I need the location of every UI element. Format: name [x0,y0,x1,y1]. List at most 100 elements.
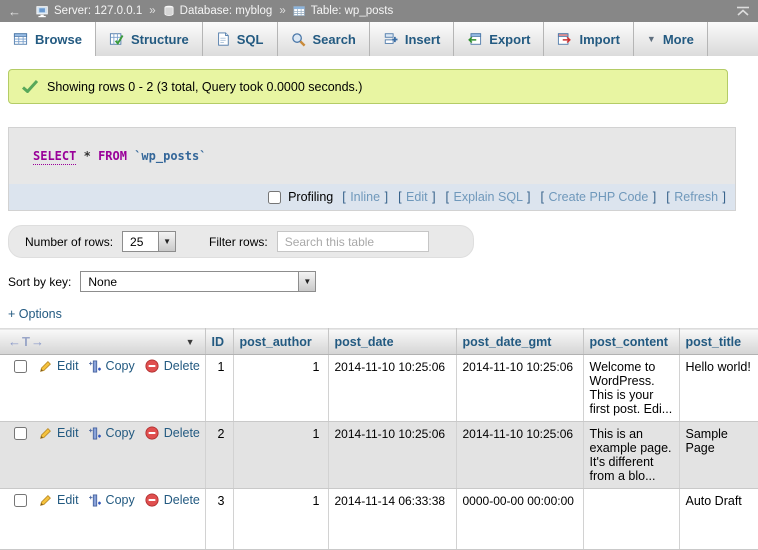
query-links-bar: Profiling [ Inline ] [ Edit ] [ Explain … [9,184,735,210]
bracket: [ [541,190,544,204]
delete-link[interactable]: Delete [164,426,200,440]
copy-icon[interactable] [89,360,101,373]
table-row: Edit Copy Delete 3 1 2014-11-14 06:33:38… [0,489,758,550]
cell-post-content: This is an example page. It's different … [583,422,679,489]
delete-icon[interactable] [145,493,159,507]
row-checkbox[interactable] [14,427,27,440]
row-checkbox[interactable] [14,494,27,507]
select-caret-icon[interactable]: ▼ [298,272,315,291]
rows-filter-panel: Number of rows: 25 ▼ Filter rows: [8,225,474,258]
copy-link[interactable]: Copy [106,426,135,440]
profiling-checkbox[interactable] [268,191,281,204]
table-row: Edit Copy Delete 2 1 2014-11-10 10:25:06… [0,422,758,489]
column-header-post-date-gmt[interactable]: post_date_gmt [456,329,583,355]
explain-sql-link[interactable]: Explain SQL [454,190,523,204]
database-icon [163,5,175,17]
back-arrow-icon[interactable]: ← [8,4,21,19]
tab-sql[interactable]: SQL [203,22,278,56]
table-icon [293,5,306,18]
select-caret-icon[interactable]: ▼ [158,232,175,251]
tab-more[interactable]: ▼ More [634,22,708,56]
edit-pencil-icon[interactable] [39,427,52,440]
create-php-code-link[interactable]: Create PHP Code [548,190,648,204]
bracket: ] [527,190,530,204]
column-header-post-title[interactable]: post_title [679,329,758,355]
number-of-rows-select[interactable]: 25 ▼ [122,231,176,252]
search-icon [291,32,306,47]
delete-link[interactable]: Delete [164,493,200,507]
filter-rows-input[interactable] [277,231,429,252]
cell-post-date-gmt: 0000-00-00 00:00:00 [456,489,583,550]
cell-post-date-gmt: 2014-11-10 10:25:06 [456,355,583,422]
copy-link[interactable]: Copy [106,359,135,373]
sql-query-box: SELECT * FROM `wp_posts` Profiling [ Inl… [8,127,736,211]
sql-keyword-select: SELECT [33,149,76,165]
tab-search[interactable]: Search [278,22,370,56]
header-row: ←T→ ▼ ID post_author post_date post_date… [0,329,758,355]
delete-icon[interactable] [145,426,159,440]
cell-post-date: 2014-11-14 06:33:38 [328,489,456,550]
cell-post-content [583,489,679,550]
tab-import[interactable]: Import [544,22,633,56]
edit-link[interactable]: Edit [57,359,79,373]
sort-by-key-select[interactable]: None ▼ [80,271,316,292]
bracket: [ [666,190,669,204]
tab-label: Browse [35,32,82,47]
edit-query-link[interactable]: Edit [406,190,428,204]
copy-icon[interactable] [89,494,101,507]
tab-structure[interactable]: Structure [96,22,203,56]
tab-export[interactable]: Export [454,22,544,56]
refresh-link[interactable]: Refresh [674,190,718,204]
tab-insert[interactable]: Insert [370,22,454,56]
delete-icon[interactable] [145,359,159,373]
structure-icon [109,32,124,46]
browse-table-icon [13,32,28,46]
column-header-post-date[interactable]: post_date [328,329,456,355]
import-icon [557,32,572,46]
bracket: [ [446,190,449,204]
copy-icon[interactable] [89,427,101,440]
sort-by-key-label: Sort by key: [8,275,71,289]
tab-label: Insert [405,32,440,47]
collapse-topbar-icon[interactable] [736,6,750,17]
results-table: ←T→ ▼ ID post_author post_date post_date… [0,328,758,550]
success-message: Showing rows 0 - 2 (3 total, Query took … [8,69,728,104]
copy-link[interactable]: Copy [106,493,135,507]
row-checkbox[interactable] [14,360,27,373]
column-header-post-content[interactable]: post_content [583,329,679,355]
tab-bar: Browse Structure SQL Search Insert Expor… [0,22,758,56]
column-visibility-dropdown-icon[interactable]: ▼ [186,337,195,347]
row-actions-cell: Edit Copy Delete [0,355,205,422]
export-icon [467,32,482,46]
number-of-rows-label: Number of rows: [25,235,113,249]
edit-pencil-icon[interactable] [39,494,52,507]
edit-link-group: [ Edit ] [397,190,436,204]
bracket: [ [342,190,345,204]
options-toggle-link[interactable]: + Options [8,307,62,321]
column-header-post-author[interactable]: post_author [233,329,328,355]
chevron-down-icon: ▼ [647,34,656,44]
cell-post-title: Hello world! [679,355,758,422]
cell-post-date: 2014-11-10 10:25:06 [328,355,456,422]
column-move-icon[interactable]: ←T→ [8,334,45,349]
delete-link[interactable]: Delete [164,359,200,373]
filter-rows-label: Filter rows: [209,235,268,249]
edit-link[interactable]: Edit [57,426,79,440]
sql-star: * [84,149,91,163]
cell-post-title: Sample Page [679,422,758,489]
sql-table-identifier: `wp_posts` [134,149,206,163]
sql-page-icon [216,32,230,46]
cell-post-author: 1 [233,489,328,550]
column-header-id[interactable]: ID [205,329,233,355]
refresh-link-group: [ Refresh ] [665,190,727,204]
inline-link[interactable]: Inline [350,190,380,204]
edit-pencil-icon[interactable] [39,360,52,373]
breadcrumb-table[interactable]: Table: wp_posts [311,5,393,17]
cell-post-title: Auto Draft [679,489,758,550]
breadcrumb-database[interactable]: Database: myblog [180,5,273,17]
edit-link[interactable]: Edit [57,493,79,507]
breadcrumb-server[interactable]: Server: 127.0.0.1 [54,5,142,17]
tab-browse[interactable]: Browse [0,22,96,56]
cell-id: 1 [205,355,233,422]
success-check-icon [22,80,38,93]
